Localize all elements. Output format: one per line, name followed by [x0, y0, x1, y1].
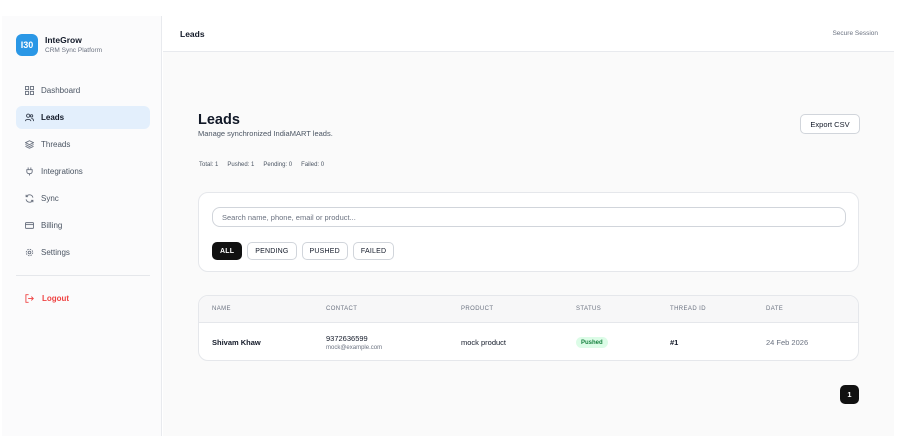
logout-label: Logout: [42, 294, 70, 303]
topbar: Leads Secure Session: [163, 16, 894, 52]
sidebar-item-label: Leads: [41, 113, 65, 122]
sidebar-item-threads[interactable]: Threads: [16, 133, 150, 156]
session-label: Secure Session: [832, 30, 878, 37]
page-title: Leads: [198, 112, 240, 128]
sidebar-item-label: Dashboard: [41, 86, 81, 95]
logout-button[interactable]: Logout: [25, 294, 69, 303]
grid-icon: [25, 86, 34, 95]
sidebar-item-label: Sync: [41, 194, 59, 203]
column-header-contact[interactable]: CONTACT: [326, 306, 357, 312]
stat-failed: Failed: 0: [301, 162, 325, 168]
sidebar-divider: [16, 275, 150, 276]
refresh-icon: [25, 194, 34, 203]
filter-chip-pushed[interactable]: PUSHED: [301, 242, 348, 260]
stat-pushed: Pushed: 1: [227, 162, 255, 168]
export-csv-button[interactable]: Export CSV: [800, 114, 860, 134]
lead-stats: Total: 1 Pushed: 1 Pending: 0 Failed: 0: [199, 162, 333, 168]
sidebar: I30 InteGrow CRM Sync Platform Dashboard…: [2, 16, 162, 436]
status-filter-chips: ALL PENDING PUSHED FAILED: [212, 242, 399, 260]
sidebar-item-settings[interactable]: Settings: [16, 241, 150, 264]
users-icon: [25, 113, 34, 122]
page-subtitle: Manage synchronized IndiaMART leads.: [198, 129, 333, 138]
lead-phone: 9372636599: [326, 334, 368, 343]
column-header-name[interactable]: NAME: [212, 306, 231, 312]
brand-name: InteGrow: [45, 34, 82, 45]
lead-email: mock@example.com: [326, 345, 383, 351]
sidebar-nav: Dashboard Leads Threads Integrations Syn…: [16, 79, 150, 268]
search-input[interactable]: [212, 207, 846, 227]
leads-table: NAME CONTACT PRODUCT STATUS THREAD ID DA…: [198, 295, 859, 361]
app-window: I30 InteGrow CRM Sync Platform Dashboard…: [0, 0, 920, 436]
status-badge: Pushed: [576, 337, 608, 348]
sidebar-item-sync[interactable]: Sync: [16, 187, 150, 210]
credit-card-icon: [25, 221, 34, 230]
table-row[interactable]: Shivam Khaw 9372636599 mock@example.com …: [199, 323, 858, 360]
sidebar-item-label: Billing: [41, 221, 63, 230]
sidebar-item-integrations[interactable]: Integrations: [16, 160, 150, 183]
column-header-thread-id[interactable]: THREAD ID: [670, 306, 706, 312]
column-header-status[interactable]: STATUS: [576, 306, 601, 312]
lead-name: Shivam Khaw: [212, 338, 261, 347]
table-header: NAME CONTACT PRODUCT STATUS THREAD ID DA…: [199, 296, 858, 323]
lead-date: 24 Feb 2026: [766, 338, 809, 347]
filter-chip-failed[interactable]: FAILED: [352, 242, 395, 260]
brand-logo: I30: [16, 34, 38, 56]
plug-icon: [25, 167, 34, 176]
brand[interactable]: I30 InteGrow CRM Sync Platform: [16, 34, 102, 56]
sidebar-item-label: Settings: [41, 248, 70, 257]
sidebar-item-billing[interactable]: Billing: [16, 214, 150, 237]
column-header-date[interactable]: DATE: [766, 306, 783, 312]
layers-icon: [25, 140, 34, 149]
lead-product: mock product: [461, 338, 507, 347]
stat-total: Total: 1: [199, 162, 219, 168]
pagination-page-button[interactable]: 1: [840, 385, 859, 404]
sidebar-item-label: Threads: [41, 140, 71, 149]
sidebar-item-leads[interactable]: Leads: [16, 106, 150, 129]
filter-chip-pending[interactable]: PENDING: [247, 242, 297, 260]
brand-subtitle: CRM Sync Platform: [45, 46, 103, 54]
sidebar-item-label: Integrations: [41, 167, 83, 176]
column-header-product[interactable]: PRODUCT: [461, 306, 493, 312]
stat-pending: Pending: 0: [263, 162, 293, 168]
lead-thread-id[interactable]: #1: [670, 338, 678, 347]
topbar-title: Leads: [180, 29, 205, 39]
sidebar-item-dashboard[interactable]: Dashboard: [16, 79, 150, 102]
gear-icon: [25, 248, 34, 257]
filter-card: ALL PENDING PUSHED FAILED: [198, 192, 859, 272]
main-content: Leads Manage synchronized IndiaMART lead…: [163, 52, 894, 436]
filter-chip-all[interactable]: ALL: [212, 242, 243, 260]
logout-icon: [25, 294, 34, 303]
